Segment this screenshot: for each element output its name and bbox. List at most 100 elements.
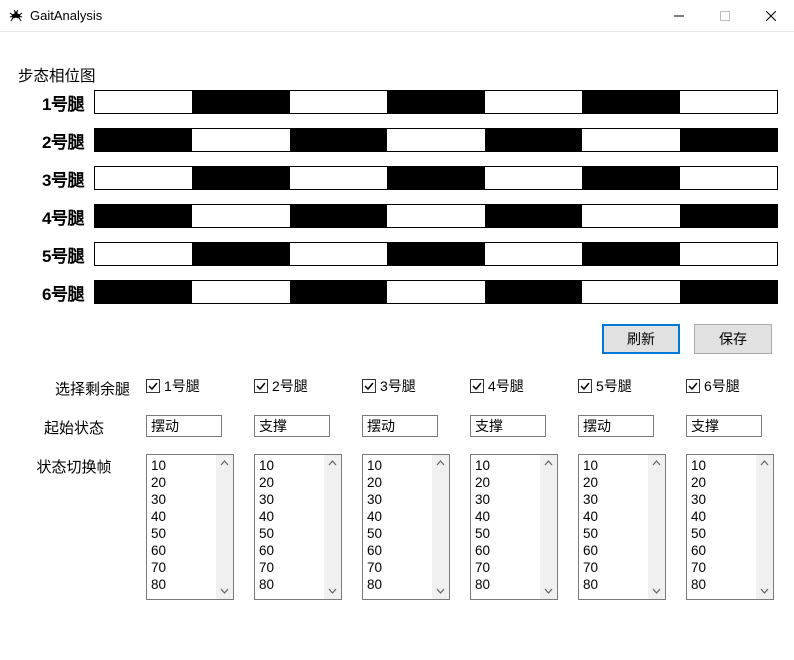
gait-segment-swing <box>290 91 387 113</box>
list-item[interactable]: 10 <box>151 457 212 474</box>
list-item[interactable]: 60 <box>583 542 644 559</box>
list-item[interactable]: 70 <box>475 559 536 576</box>
list-item[interactable]: 40 <box>367 508 428 525</box>
scroll-up-icon[interactable] <box>216 455 233 472</box>
list-item[interactable]: 80 <box>367 576 428 593</box>
list-item[interactable]: 50 <box>151 525 212 542</box>
list-item[interactable]: 60 <box>691 542 752 559</box>
scroll-down-icon[interactable] <box>540 582 557 599</box>
leg-checkbox[interactable]: 5号腿 <box>578 376 670 396</box>
list-item[interactable]: 40 <box>151 508 212 525</box>
scroll-up-icon[interactable] <box>756 455 773 472</box>
scrollbar[interactable] <box>540 455 557 599</box>
refresh-button[interactable]: 刷新 <box>602 324 680 354</box>
close-button[interactable] <box>748 0 794 31</box>
scroll-up-icon[interactable] <box>540 455 557 472</box>
frame-listbox[interactable]: 1020304050607080 <box>686 454 774 600</box>
scroll-track[interactable] <box>756 472 773 582</box>
scrollbar[interactable] <box>648 455 665 599</box>
leg-checkbox[interactable]: 3号腿 <box>362 376 454 396</box>
scroll-down-icon[interactable] <box>432 582 449 599</box>
scrollbar[interactable] <box>432 455 449 599</box>
scroll-track[interactable] <box>648 472 665 582</box>
list-item[interactable]: 80 <box>259 576 320 593</box>
leg-checkbox[interactable]: 4号腿 <box>470 376 562 396</box>
list-item[interactable]: 50 <box>583 525 644 542</box>
scrollbar[interactable] <box>324 455 341 599</box>
list-item[interactable]: 30 <box>583 491 644 508</box>
list-item[interactable]: 20 <box>367 474 428 491</box>
list-item[interactable]: 70 <box>583 559 644 576</box>
list-item[interactable]: 10 <box>691 457 752 474</box>
scroll-up-icon[interactable] <box>324 455 341 472</box>
list-item[interactable]: 50 <box>367 525 428 542</box>
leg-checkbox[interactable]: 6号腿 <box>686 376 778 396</box>
scroll-track[interactable] <box>324 472 341 582</box>
initial-state-input[interactable]: 摆动 <box>146 415 222 437</box>
list-item[interactable]: 70 <box>151 559 212 576</box>
scroll-track[interactable] <box>540 472 557 582</box>
initial-state-input[interactable]: 支撑 <box>254 415 330 437</box>
scroll-down-icon[interactable] <box>216 582 233 599</box>
list-item[interactable]: 70 <box>691 559 752 576</box>
list-item[interactable]: 60 <box>259 542 320 559</box>
scroll-down-icon[interactable] <box>756 582 773 599</box>
list-item[interactable]: 20 <box>583 474 644 491</box>
scroll-track[interactable] <box>216 472 233 582</box>
frame-listbox[interactable]: 1020304050607080 <box>578 454 666 600</box>
initial-state-input[interactable]: 摆动 <box>362 415 438 437</box>
gait-segment-stance <box>680 281 777 303</box>
list-item[interactable]: 30 <box>475 491 536 508</box>
list-item[interactable]: 30 <box>691 491 752 508</box>
frame-listbox[interactable]: 1020304050607080 <box>470 454 558 600</box>
list-item[interactable]: 70 <box>367 559 428 576</box>
frame-listbox[interactable]: 1020304050607080 <box>254 454 342 600</box>
scroll-up-icon[interactable] <box>648 455 665 472</box>
list-item[interactable]: 30 <box>151 491 212 508</box>
list-item[interactable]: 10 <box>583 457 644 474</box>
gait-bar <box>94 128 778 152</box>
list-item[interactable]: 60 <box>367 542 428 559</box>
list-item[interactable]: 80 <box>151 576 212 593</box>
list-item[interactable]: 10 <box>475 457 536 474</box>
leg-checkbox[interactable]: 1号腿 <box>146 376 238 396</box>
list-item[interactable]: 30 <box>367 491 428 508</box>
list-item[interactable]: 60 <box>151 542 212 559</box>
list-item[interactable]: 70 <box>259 559 320 576</box>
scrollbar[interactable] <box>216 455 233 599</box>
initial-state-input[interactable]: 支撑 <box>470 415 546 437</box>
list-item[interactable]: 60 <box>475 542 536 559</box>
list-item[interactable]: 40 <box>583 508 644 525</box>
list-item[interactable]: 80 <box>583 576 644 593</box>
list-item[interactable]: 40 <box>691 508 752 525</box>
list-item[interactable]: 80 <box>475 576 536 593</box>
list-item[interactable]: 40 <box>475 508 536 525</box>
list-item[interactable]: 20 <box>151 474 212 491</box>
minimize-button[interactable] <box>656 0 702 31</box>
list-item[interactable]: 10 <box>259 457 320 474</box>
leg-checkbox-label: 6号腿 <box>704 376 740 396</box>
list-item[interactable]: 20 <box>475 474 536 491</box>
scroll-track[interactable] <box>432 472 449 582</box>
list-item[interactable]: 20 <box>691 474 752 491</box>
frame-listbox[interactable]: 1020304050607080 <box>362 454 450 600</box>
list-item[interactable]: 30 <box>259 491 320 508</box>
list-item[interactable]: 80 <box>691 576 752 593</box>
scrollbar[interactable] <box>756 455 773 599</box>
scroll-down-icon[interactable] <box>648 582 665 599</box>
save-button[interactable]: 保存 <box>694 324 772 354</box>
list-item[interactable]: 50 <box>259 525 320 542</box>
maximize-button[interactable] <box>702 0 748 31</box>
leg-checkbox[interactable]: 2号腿 <box>254 376 346 396</box>
list-item[interactable]: 10 <box>367 457 428 474</box>
scroll-down-icon[interactable] <box>324 582 341 599</box>
label-initial-state: 起始状态 <box>18 415 130 438</box>
scroll-up-icon[interactable] <box>432 455 449 472</box>
list-item[interactable]: 40 <box>259 508 320 525</box>
initial-state-input[interactable]: 摆动 <box>578 415 654 437</box>
frame-listbox[interactable]: 1020304050607080 <box>146 454 234 600</box>
list-item[interactable]: 20 <box>259 474 320 491</box>
list-item[interactable]: 50 <box>475 525 536 542</box>
list-item[interactable]: 50 <box>691 525 752 542</box>
initial-state-input[interactable]: 支撑 <box>686 415 762 437</box>
